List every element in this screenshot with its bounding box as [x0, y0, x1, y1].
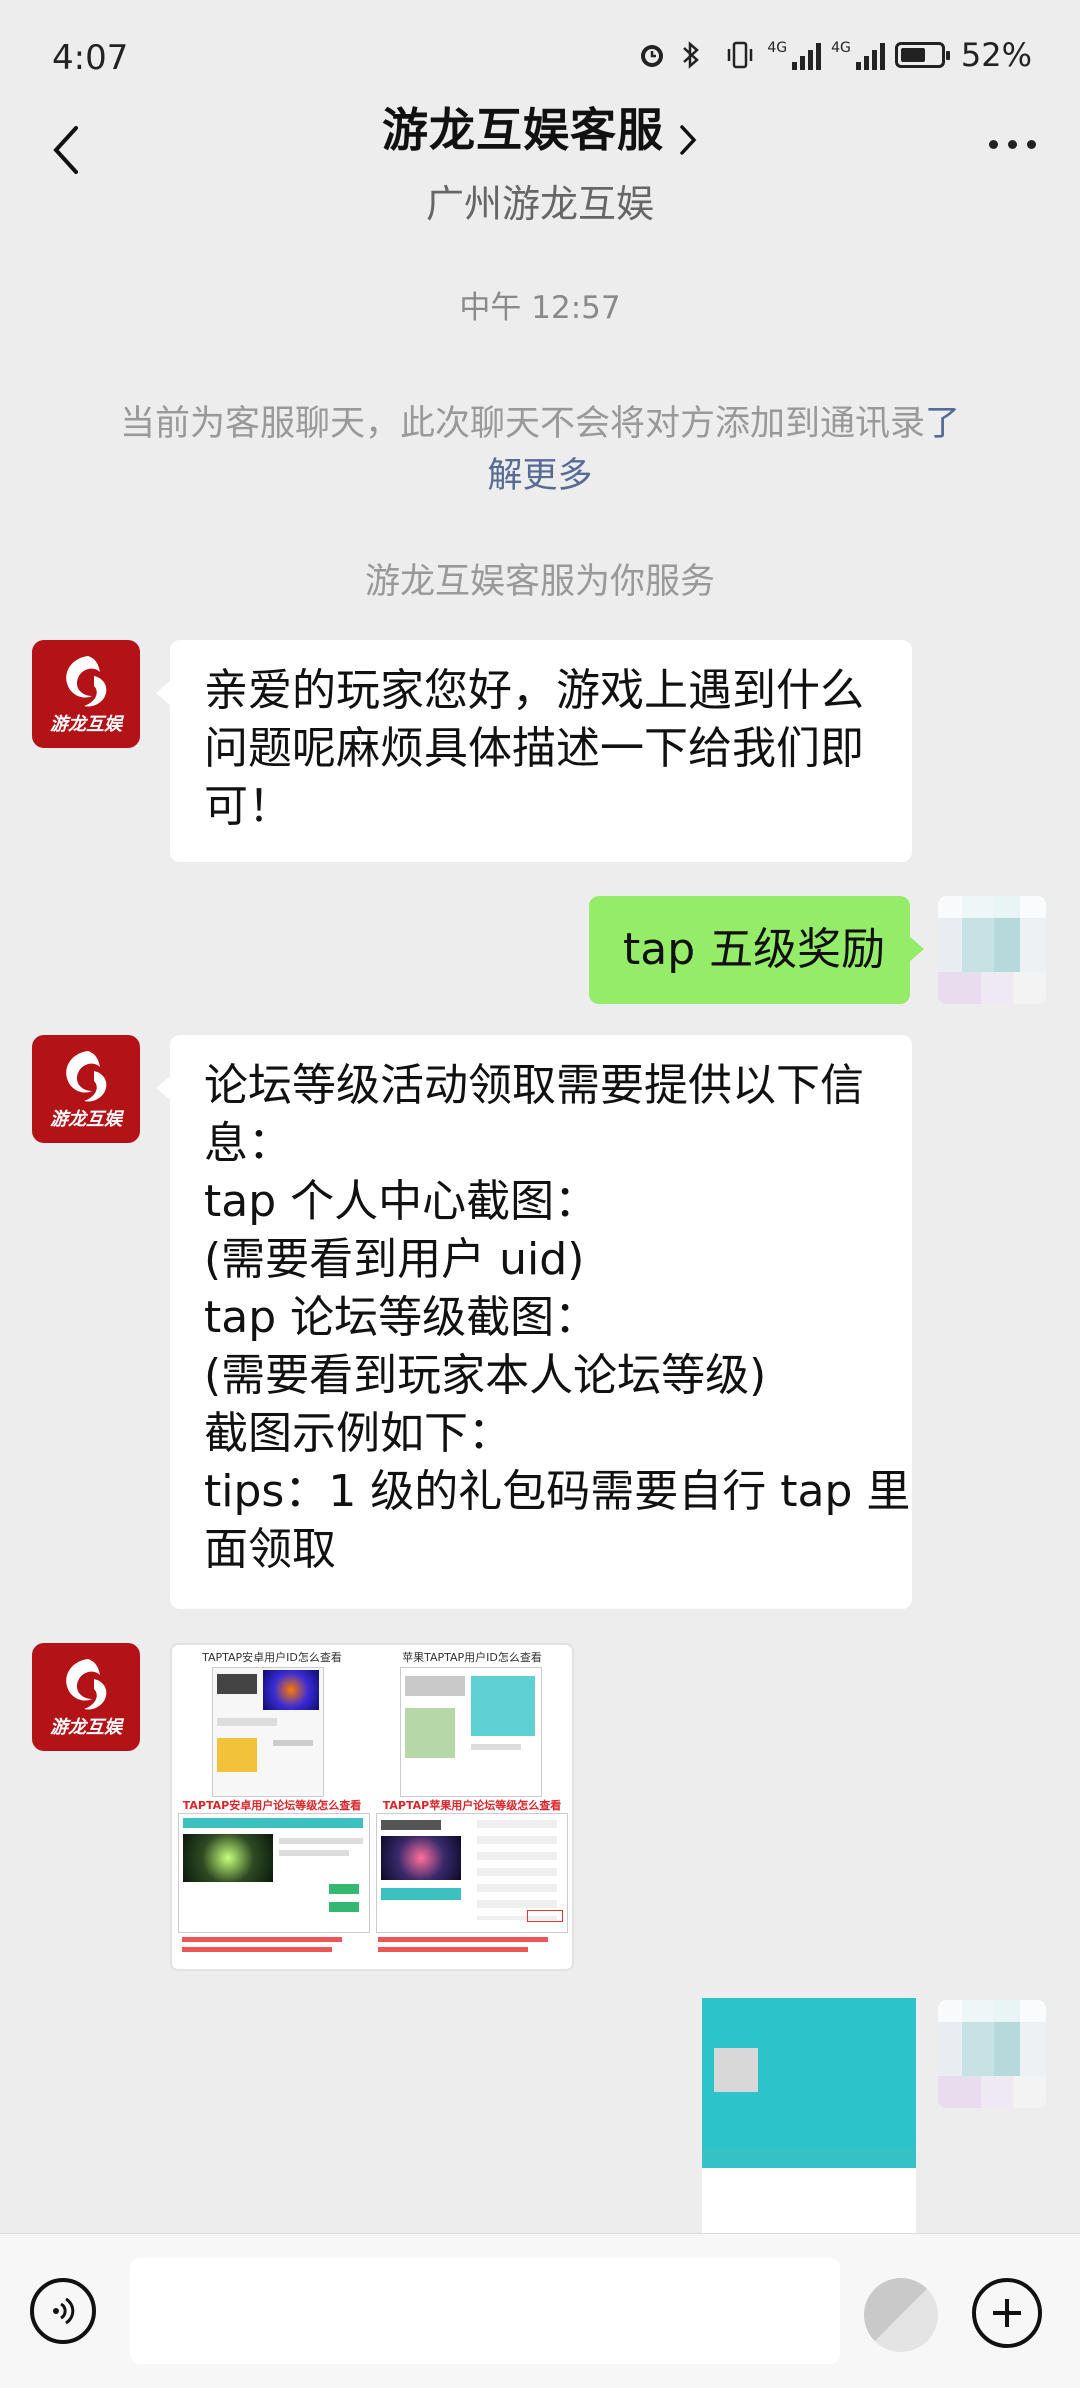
- message-text: tap 五级奖励: [623, 924, 886, 975]
- outgoing-image-message[interactable]: [702, 1998, 916, 2248]
- service-intro: 游龙互娱客服为你服务: [364, 562, 715, 602]
- message-line: 亲爱的玩家您好，游戏上遇到什么: [204, 665, 864, 716]
- screenshot-thumb: [178, 1813, 370, 1933]
- avatar-brand-text: 游龙互娱: [50, 1109, 122, 1130]
- chat-title-area[interactable]: 游龙互娱客服 广州游龙互娱: [0, 94, 1080, 228]
- message-line: 论坛等级活动领取需要提供以下信: [204, 1060, 864, 1111]
- battery-icon: [894, 42, 950, 68]
- avatar-brand-text: 游龙互娱: [50, 1717, 122, 1738]
- service-avatar[interactable]: 游龙互娱: [32, 640, 140, 748]
- incoming-message-bubble[interactable]: 亲爱的玩家您好，游戏上遇到什么 问题呢麻烦具体描述一下给我们即 可！: [156, 640, 912, 862]
- battery-percent: 52%: [960, 36, 1032, 74]
- more-dot-icon: [989, 140, 998, 149]
- learn-more-link-part1[interactable]: 了: [925, 404, 960, 444]
- avatar-brand-text: 游龙互娱: [50, 714, 122, 735]
- plus-icon: [993, 2299, 1021, 2327]
- signal-icon-1: 4G: [767, 40, 822, 70]
- chat-screen: 4:07 4G 4G 52% 游龙互娱客服 广州游龙互娱 中午 12:57 当前…: [0, 0, 1080, 2388]
- my-avatar[interactable]: [938, 896, 1046, 1004]
- learn-more-link-part2[interactable]: 解更多: [487, 456, 592, 496]
- message-line: tap 论坛等级截图：: [204, 1292, 599, 1343]
- network-type-1: 4G: [767, 40, 788, 56]
- status-icons: 4G 4G 52%: [635, 36, 1032, 74]
- message-time-label: 中午 12:57: [459, 290, 621, 326]
- signal-icon-2: 4G: [831, 40, 885, 70]
- image-caption: TAPTAP安卓用户论坛等级怎么查看: [182, 1799, 362, 1812]
- service-avatar[interactable]: 游龙互娱: [32, 1643, 140, 1751]
- more-dot-icon: [1008, 140, 1017, 149]
- alarm-icon: [635, 38, 669, 72]
- voice-input-button[interactable]: [30, 2278, 96, 2344]
- more-dot-icon: [1027, 140, 1036, 149]
- message-line: 面领取: [204, 1524, 336, 1575]
- image-message[interactable]: TAPTAP安卓用户ID怎么查看 TAPTAP安卓用户论坛等级怎么查看 苹果TA…: [170, 1643, 574, 1971]
- emoji-button[interactable]: [864, 2278, 938, 2352]
- message-line: 息：: [204, 1118, 292, 1169]
- service-avatar[interactable]: 游龙互娱: [32, 1035, 140, 1143]
- message-line: (需要看到用户 uid): [204, 1234, 585, 1285]
- more-functions-button[interactable]: [972, 2278, 1042, 2348]
- more-options-button[interactable]: [989, 140, 1036, 149]
- voice-icon: [53, 2297, 75, 2325]
- status-time: 4:07: [52, 38, 129, 78]
- chat-subtitle: 广州游龙互娱: [425, 181, 654, 226]
- message-line: (需要看到玩家本人论坛等级): [204, 1350, 767, 1401]
- image-col-ios: 苹果TAPTAP用户ID怎么查看 TAPTAP苹果用户论坛等级怎么查看: [372, 1645, 572, 1969]
- image-caption: 苹果TAPTAP用户ID怎么查看: [402, 1651, 542, 1664]
- vibrate-icon: [723, 38, 757, 72]
- outgoing-message-bubble[interactable]: tap 五级奖励: [589, 896, 924, 1004]
- message-line: 可！: [204, 781, 292, 832]
- dragon-logo-icon: [66, 1051, 107, 1102]
- incoming-message-bubble[interactable]: 论坛等级活动领取需要提供以下信 息： tap 个人中心截图： (需要看到用户 u…: [156, 1035, 912, 1609]
- image-col-android: TAPTAP安卓用户ID怎么查看 TAPTAP安卓用户论坛等级怎么查看: [172, 1645, 372, 1969]
- input-bar: [0, 2233, 1080, 2388]
- service-chat-notice: 当前为客服聊天，此次聊天不会将对方添加到通讯录了 解更多: [90, 398, 990, 502]
- dragon-logo-icon: [66, 656, 107, 707]
- screenshot-thumb: [212, 1667, 324, 1797]
- notice-text: 当前为客服聊天，此次聊天不会将对方添加到通讯录: [119, 404, 925, 444]
- chevron-right-icon: [678, 123, 698, 161]
- network-type-2: 4G: [831, 40, 851, 56]
- dragon-logo-icon: [66, 1659, 107, 1710]
- image-caption: TAPTAP苹果用户论坛等级怎么查看: [382, 1799, 562, 1812]
- image-caption: TAPTAP安卓用户ID怎么查看: [202, 1651, 342, 1664]
- message-line: tap 个人中心截图：: [204, 1176, 599, 1227]
- message-line: 问题呢麻烦具体描述一下给我们即: [204, 723, 864, 774]
- message-input[interactable]: [130, 2258, 840, 2364]
- screenshot-thumb: [400, 1667, 542, 1797]
- chat-title[interactable]: 游龙互娱客服: [382, 103, 664, 157]
- chat-header: 游龙互娱客服 广州游龙互娱: [0, 90, 1080, 226]
- message-line: tips：1 级的礼包码需要自行 tap 里: [204, 1466, 911, 1517]
- my-avatar[interactable]: [938, 2000, 1046, 2108]
- message-line: 截图示例如下：: [204, 1408, 512, 1459]
- screenshot-thumb: [376, 1813, 568, 1933]
- bluetooth-icon: [679, 38, 713, 72]
